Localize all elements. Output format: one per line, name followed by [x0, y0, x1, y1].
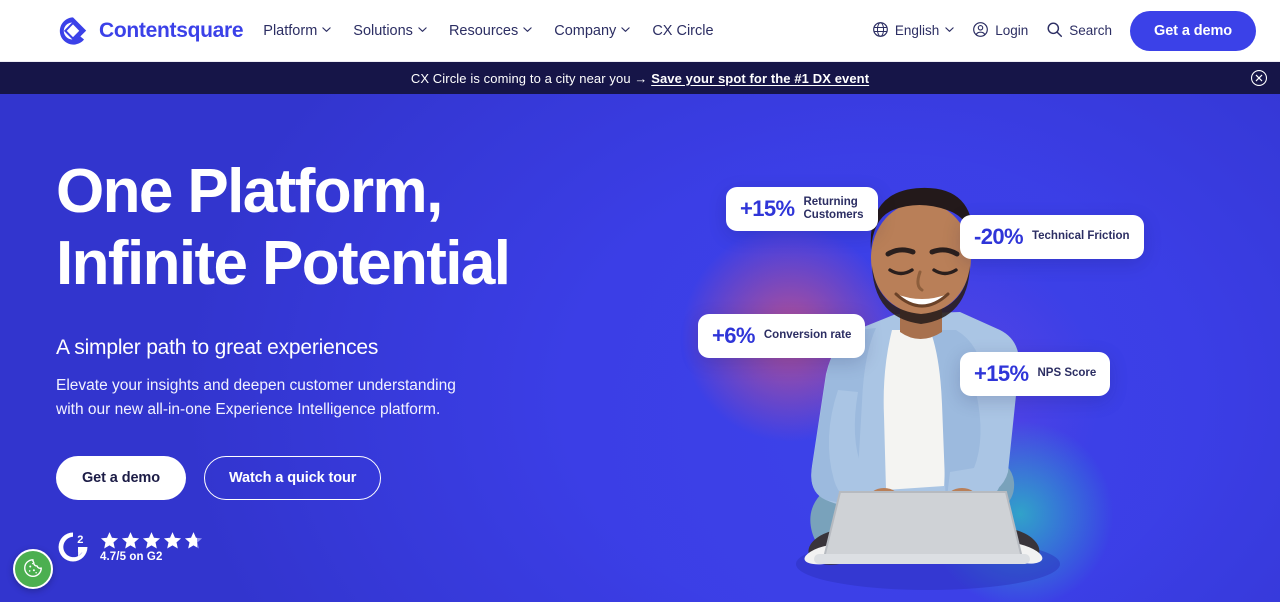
rating-details: 4.7/5 on G2	[100, 531, 203, 563]
star-icon	[163, 531, 182, 550]
login-link[interactable]: Login	[972, 21, 1028, 41]
nav-item-label: Resources	[448, 22, 519, 39]
login-label: Login	[995, 23, 1029, 38]
stat-value: -20%	[974, 224, 1024, 249]
hero-headline-line-2: Infinite Potential	[56, 228, 511, 298]
hero-copy-column: One Platform, Infinite Potential A simpl…	[56, 156, 616, 564]
globe-icon	[872, 21, 889, 41]
hero-subtitle: A simpler path to great experiences	[56, 335, 379, 359]
stat-badge-nps-score: +15% NPS Score	[960, 352, 1111, 396]
search-trigger[interactable]: Search	[1046, 21, 1112, 41]
stat-label: Returning Customers	[803, 196, 864, 222]
announcement-link[interactable]: Save your spot for the #1 DX event	[651, 71, 869, 86]
nav-item-label: Solutions	[353, 22, 413, 39]
g2-logo-icon: 2	[56, 530, 90, 564]
brand-name: Contentsquare	[99, 18, 244, 42]
chevron-down-icon	[621, 25, 630, 34]
hero-cta-group: Get a demo Watch a quick tour	[56, 455, 616, 500]
primary-nav-links: Platform Solutions Resources Company CX …	[263, 23, 713, 39]
star-rating	[100, 531, 203, 550]
brand-logo-link[interactable]: Contentsquare	[56, 14, 244, 48]
star-icon	[142, 531, 161, 550]
hero-headline-line-1: One Platform,	[56, 157, 443, 226]
hero-photo-area: +15% Returning Customers -20% Technical …	[640, 94, 1280, 602]
nav-item-resources[interactable]: Resources	[449, 23, 532, 39]
g2-rating: 2 4.7/5 on G2	[56, 530, 616, 564]
cookie-consent-button[interactable]	[13, 549, 53, 589]
star-icon	[100, 531, 119, 550]
top-navigation-bar: Contentsquare Platform Solutions Resourc…	[0, 0, 1280, 62]
nav-item-label: Platform	[263, 22, 318, 39]
hero-body-text: Elevate your insights and deepen custome…	[56, 376, 456, 418]
stat-label: NPS Score	[1037, 367, 1097, 380]
search-icon	[1046, 21, 1063, 41]
stat-value: +6%	[712, 323, 755, 348]
announcement-prefix: CX Circle is coming to a city near you →	[410, 70, 652, 86]
hero-headline: One Platform, Infinite Potential	[56, 156, 616, 300]
hero-section: One Platform, Infinite Potential A simpl…	[0, 94, 1280, 602]
chevron-down-icon	[322, 25, 331, 34]
stat-badge-returning-customers: +15% Returning Customers	[726, 187, 878, 232]
svg-text:2: 2	[77, 534, 83, 546]
user-circle-icon	[972, 21, 989, 41]
chevron-down-icon	[945, 25, 954, 34]
language-label: English	[894, 23, 940, 38]
nav-item-label: CX Circle	[652, 22, 714, 39]
star-icon-partial	[184, 531, 203, 550]
announcement-banner: CX Circle is coming to a city near you →…	[0, 62, 1280, 94]
nav-item-cx-circle[interactable]: CX Circle	[652, 23, 713, 39]
chevron-down-icon	[418, 25, 427, 34]
language-selector[interactable]: English	[872, 21, 954, 41]
nav-utilities: English Login Search Get a demo	[872, 10, 1256, 51]
nav-item-label: Company	[554, 22, 617, 39]
stat-badge-technical-friction: -20% Technical Friction	[960, 215, 1144, 259]
stat-value: +15%	[974, 361, 1029, 386]
close-circle-icon[interactable]	[1250, 69, 1268, 87]
nav-item-solutions[interactable]: Solutions	[353, 23, 427, 39]
stat-badge-conversion-rate: +6% Conversion rate	[698, 314, 866, 358]
star-icon	[121, 531, 140, 550]
chevron-down-icon	[523, 25, 532, 34]
contentsquare-diamond-logo-icon	[56, 14, 90, 48]
header-get-a-demo-button[interactable]: Get a demo	[1130, 10, 1256, 51]
search-label: Search	[1069, 23, 1113, 38]
hero-watch-a-quick-tour-button[interactable]: Watch a quick tour	[203, 455, 382, 500]
announcement-text: CX Circle is coming to a city near you →…	[411, 71, 869, 86]
nav-item-company[interactable]: Company	[554, 23, 630, 39]
nav-item-platform[interactable]: Platform	[263, 23, 331, 39]
rating-label: 4.7/5 on G2	[100, 550, 163, 563]
cookie-icon	[22, 557, 44, 582]
stat-label: Conversion rate	[763, 329, 852, 342]
hero-get-a-demo-button[interactable]: Get a demo	[56, 455, 186, 500]
stat-value: +15%	[740, 196, 795, 222]
stat-label: Technical Friction	[1031, 230, 1130, 243]
